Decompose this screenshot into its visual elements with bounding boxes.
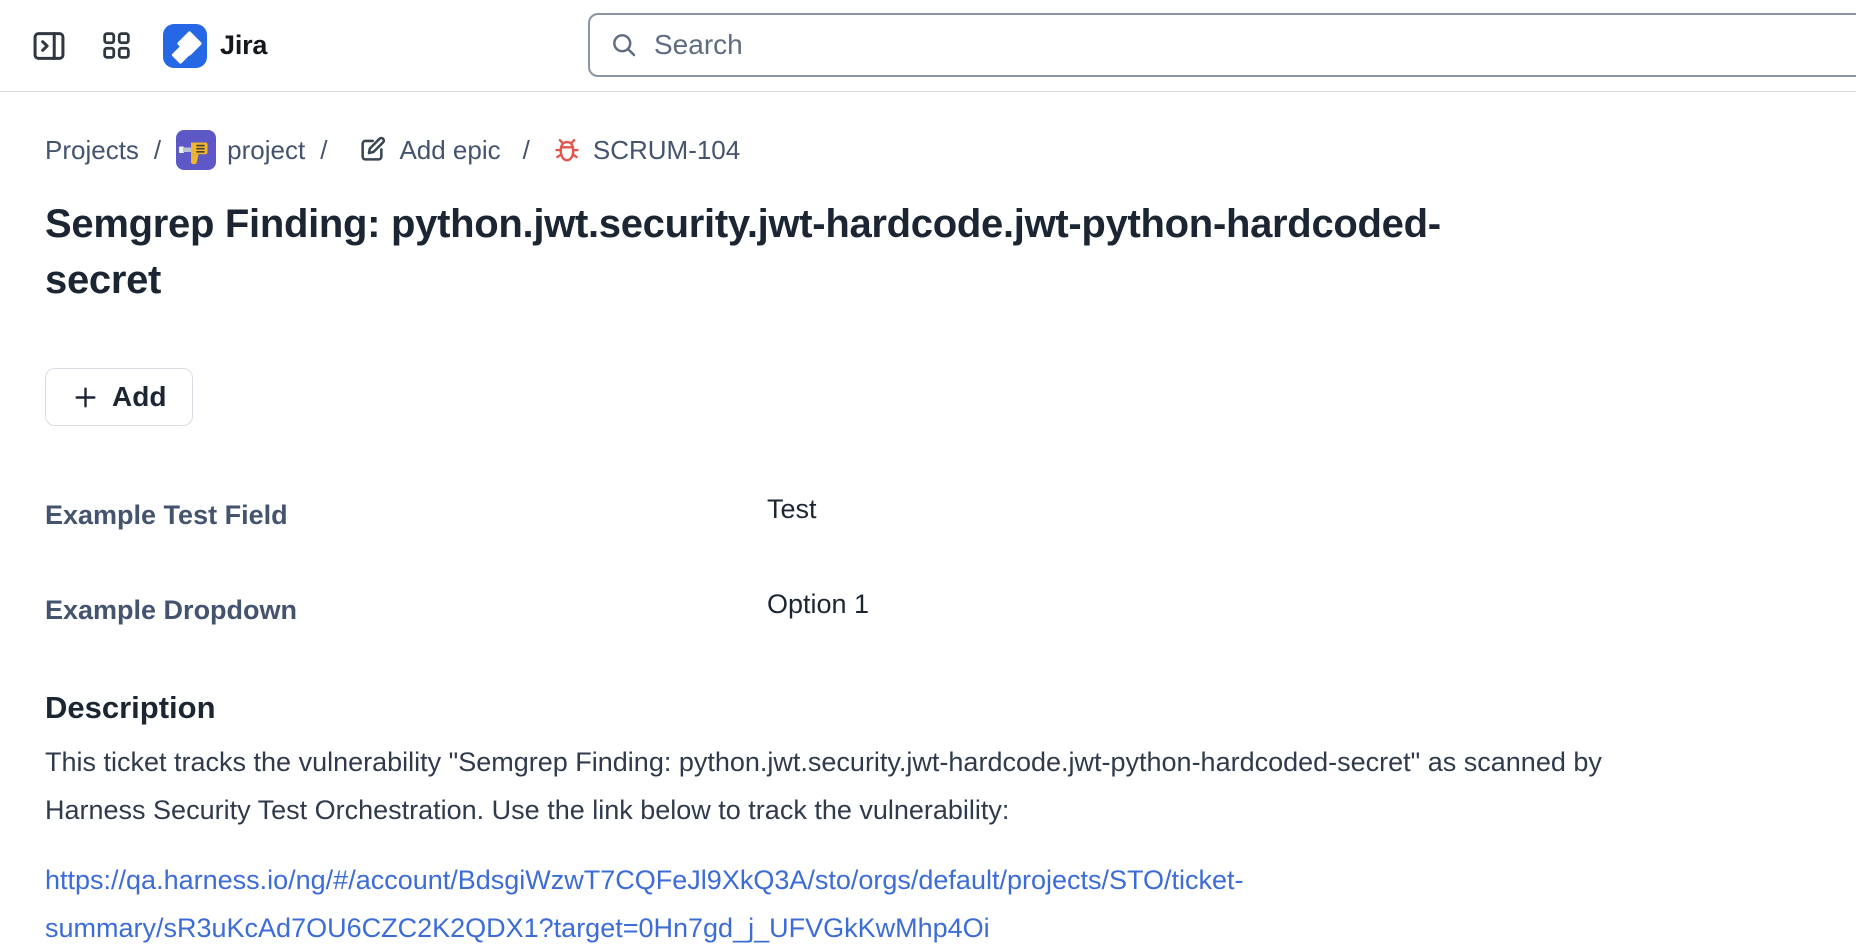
field-label: Example Test Field <box>45 498 767 532</box>
edit-epic-icon <box>356 134 388 166</box>
description-section: Description This ticket tracks the vulne… <box>45 688 1811 952</box>
plus-icon <box>72 384 99 411</box>
search-input[interactable] <box>638 15 1856 75</box>
breadcrumb-separator: / <box>320 135 327 166</box>
add-button[interactable]: Add <box>45 368 193 426</box>
app-grid-icon <box>100 29 133 62</box>
project-avatar-icon <box>176 130 216 170</box>
description-heading: Description <box>45 688 1811 728</box>
jira-logo-icon <box>163 24 207 68</box>
field-value[interactable]: Test <box>767 492 817 526</box>
search-icon <box>610 31 638 59</box>
issue-page: Projects / project / <box>0 130 1856 952</box>
global-search <box>588 13 1856 77</box>
custom-fields: Example Test Field Test Example Dropdown… <box>45 498 1811 627</box>
breadcrumb-project[interactable]: project <box>176 130 305 170</box>
description-body: This ticket tracks the vulnerability "Se… <box>45 738 1655 834</box>
field-label: Example Dropdown <box>45 593 767 627</box>
field-value[interactable]: Option 1 <box>767 587 869 621</box>
app-header: Jira <box>0 0 1856 92</box>
sidebar-toggle-button[interactable] <box>30 27 68 65</box>
breadcrumb: Projects / project / <box>45 130 1811 170</box>
app-switcher-button[interactable] <box>100 29 133 62</box>
jira-home-link[interactable]: Jira <box>163 24 267 68</box>
breadcrumb-issue-key[interactable]: SCRUM-104 <box>552 135 740 166</box>
breadcrumb-add-epic[interactable]: Add epic <box>356 134 500 166</box>
add-button-label: Add <box>112 381 166 413</box>
app-name: Jira <box>220 30 267 61</box>
field-row: Example Dropdown Option 1 <box>45 593 1811 627</box>
bug-icon <box>552 135 582 165</box>
vulnerability-link[interactable]: https://qa.harness.io/ng/#/account/Bdsgi… <box>45 856 1305 952</box>
breadcrumb-projects[interactable]: Projects <box>45 135 139 166</box>
sidebar-expand-icon <box>30 27 68 65</box>
issue-title: Semgrep Finding: python.jwt.security.jwt… <box>45 196 1525 308</box>
breadcrumb-separator: / <box>523 135 530 166</box>
breadcrumb-separator: / <box>154 135 161 166</box>
field-row: Example Test Field Test <box>45 498 1811 532</box>
